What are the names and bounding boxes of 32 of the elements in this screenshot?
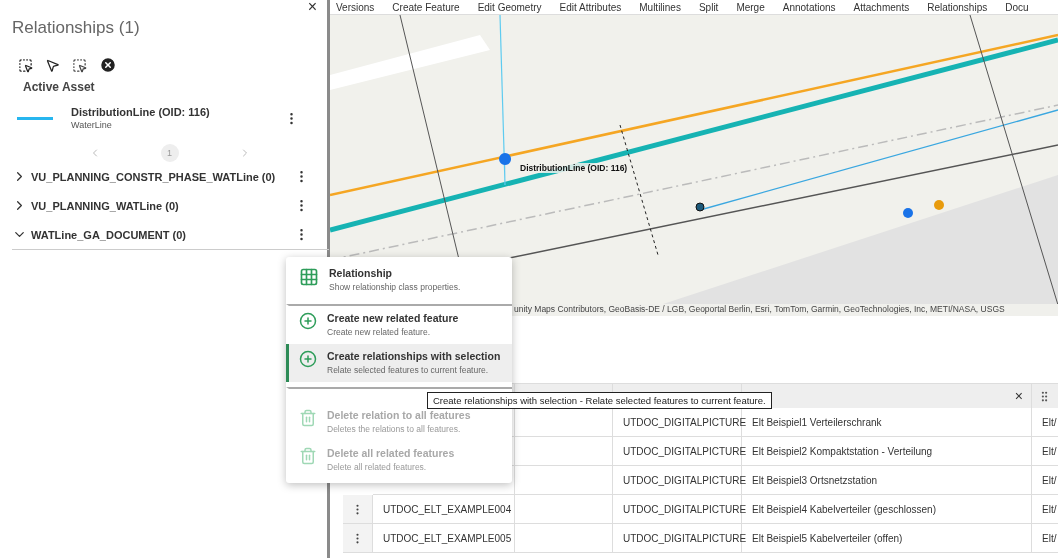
toolbar-item[interactable]: Annotations [782, 2, 836, 14]
table-cell: UTDOC_ELT_EXAMPLE005 [373, 524, 515, 553]
menu-item[interactable]: Create new related feature Create new related feature. [286, 304, 512, 344]
table-cell: Elt/ [1032, 437, 1058, 466]
toolbar-item[interactable]: Docu [1005, 2, 1029, 14]
toolbar-item[interactable]: Versions [336, 2, 375, 14]
table-cell: Elt/ [1032, 495, 1058, 524]
table-cell: Elt/ [1032, 524, 1058, 553]
panel-title: Relationships (1) [12, 18, 141, 38]
tooltip: Create relationships with selection - Relate selected features to current feature. [427, 392, 772, 409]
group-label[interactable]: VU_PLANNING_WATLine (0) [31, 199, 294, 212]
table-cell: Elt/ [1032, 408, 1058, 437]
toolbar-item[interactable]: Merge [736, 2, 765, 14]
table-cell: Elt/ [1032, 466, 1058, 495]
menu-item[interactable]: Relationship Show relationship class properties. [286, 261, 512, 299]
group-label[interactable]: VU_PLANNING_CONSTR_PHASE_WATLine (0) [31, 170, 294, 183]
feature-label: DistributionLine (OID: 116) [518, 163, 630, 173]
toolbar-item[interactable]: Attachments [853, 2, 910, 14]
close-button[interactable]: × [297, 0, 327, 16]
table-cell: UTDOC_ELT_EXAMPLE004 [373, 495, 515, 524]
menu-item[interactable]: Create relationships with selection Relate selected features to current feature. [286, 344, 512, 382]
asset-subtitle: WaterLine [71, 120, 113, 130]
toolbar-item[interactable]: Create Feature [392, 2, 460, 14]
toolbar-item[interactable]: Relationships [927, 2, 988, 14]
toolbar-item[interactable]: Multilines [639, 2, 681, 14]
section-label: Active Asset [23, 80, 96, 94]
asset-name: DistributionLine (OID: 116) [71, 106, 211, 118]
group-label[interactable]: WATLine_GA_DOCUMENT (0) [31, 228, 294, 241]
toolbar-item[interactable]: Edit Attributes [559, 2, 622, 14]
toolbar-item[interactable]: Edit Geometry [477, 2, 542, 14]
toolbar-item[interactable]: Split [698, 2, 719, 14]
close-button[interactable]: × [1014, 388, 1023, 404]
